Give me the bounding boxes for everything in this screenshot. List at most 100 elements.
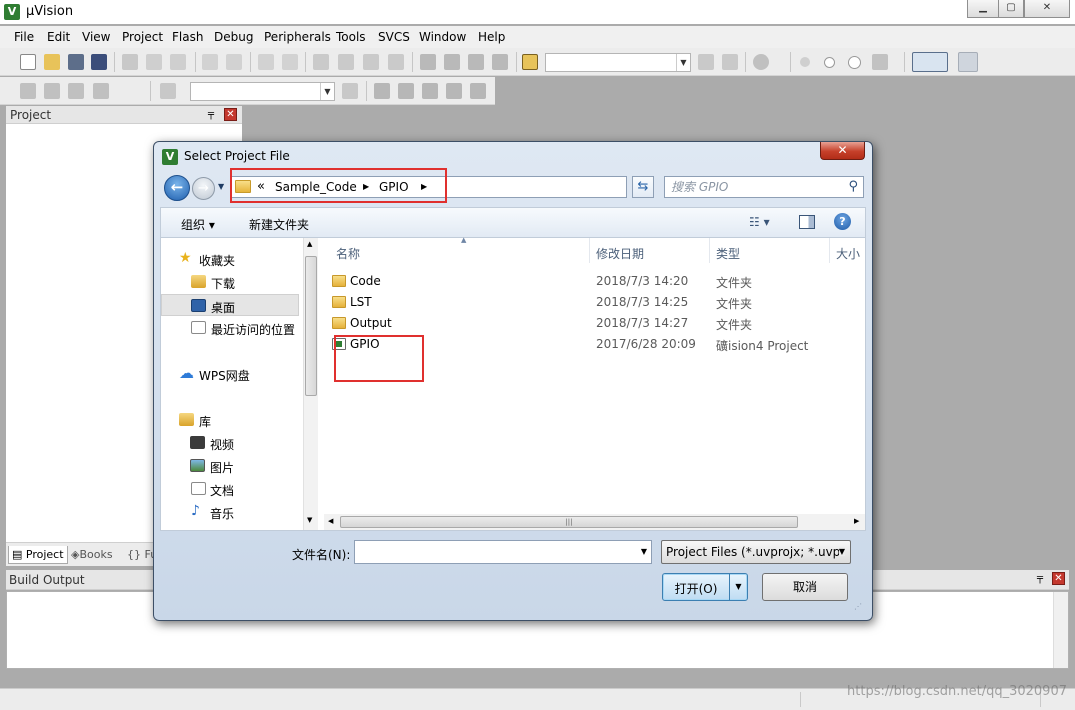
dialog-close-button[interactable]: ✕: [820, 142, 865, 160]
window-layout-icon[interactable]: [912, 52, 948, 72]
minimize-button[interactable]: ▁: [967, 0, 999, 18]
menu-svcs[interactable]: SVCS: [378, 30, 410, 44]
new-file-icon[interactable]: [20, 54, 36, 70]
translate-icon[interactable]: [20, 83, 36, 99]
cancel-button[interactable]: 取消: [762, 573, 848, 601]
download-icon[interactable]: [160, 83, 176, 99]
close-window-button[interactable]: ✕: [1024, 0, 1070, 18]
nav-desktop[interactable]: 桌面: [161, 294, 299, 316]
refresh-icon[interactable]: ⇆: [632, 176, 654, 198]
menu-help[interactable]: Help: [478, 30, 505, 44]
file-row[interactable]: LST 2018/7/3 14:25 文件夹: [324, 292, 865, 313]
nav-videos[interactable]: 视频: [161, 432, 301, 454]
organize-button[interactable]: 组织 ▾: [181, 216, 215, 233]
tab-books[interactable]: ◈Books: [68, 546, 116, 564]
zoom-icon[interactable]: [753, 54, 769, 70]
prev-bookmark-icon[interactable]: [338, 54, 354, 70]
breakpoint-icon[interactable]: [824, 57, 835, 68]
nav-pictures[interactable]: 图片: [161, 455, 301, 477]
search-icon[interactable]: ⚲: [848, 179, 858, 194]
build-output-scrollbar[interactable]: [1053, 592, 1068, 668]
file-row[interactable]: Output 2018/7/3 14:27 文件夹: [324, 313, 865, 334]
menu-debug[interactable]: Debug: [214, 30, 253, 44]
back-arrow-icon[interactable]: ←: [164, 175, 190, 201]
menu-window[interactable]: Window: [419, 30, 466, 44]
batch-build-icon[interactable]: [93, 83, 109, 99]
scroll-left-icon[interactable]: ◀: [328, 517, 333, 525]
cut-icon[interactable]: [122, 54, 138, 70]
scroll-thumb[interactable]: |||: [340, 516, 798, 528]
find-icon[interactable]: [698, 54, 714, 70]
select-packs-icon[interactable]: [422, 83, 438, 99]
manage-project-items-icon[interactable]: [398, 83, 414, 99]
file-row[interactable]: Code 2018/7/3 14:20 文件夹: [324, 271, 865, 292]
find-combo[interactable]: ▼: [545, 53, 691, 72]
scroll-right-icon[interactable]: ▶: [854, 517, 859, 525]
build-icon[interactable]: [44, 83, 60, 99]
column-header-type[interactable]: 类型: [710, 238, 830, 263]
nav-music[interactable]: ♪ 音乐: [161, 501, 301, 523]
nav-wps-cloud[interactable]: ☁ WPS网盘: [161, 363, 301, 385]
menu-flash[interactable]: Flash: [172, 30, 203, 44]
new-folder-button[interactable]: 新建文件夹: [249, 216, 309, 233]
help-icon[interactable]: ?: [834, 213, 851, 230]
save-all-icon[interactable]: [91, 54, 107, 70]
file-list-hscrollbar[interactable]: ◀ ||| ▶: [324, 514, 865, 530]
view-options-icon[interactable]: ☷ ▾: [749, 215, 770, 229]
comment-icon[interactable]: [468, 54, 484, 70]
scroll-down-icon[interactable]: ▼: [307, 516, 312, 524]
rebuild-icon[interactable]: [68, 83, 84, 99]
filename-field[interactable]: ▼: [354, 540, 652, 564]
navigation-scrollbar[interactable]: ▲ ▼: [303, 238, 318, 530]
tab-project[interactable]: ▤ Project: [8, 546, 68, 564]
unindent-icon[interactable]: [444, 54, 460, 70]
target-options-icon[interactable]: [342, 83, 358, 99]
incremental-find-icon[interactable]: [722, 54, 738, 70]
maximize-button[interactable]: ▢: [998, 0, 1024, 18]
column-header-date[interactable]: 修改日期: [590, 238, 710, 263]
nav-downloads[interactable]: 下载: [161, 271, 301, 293]
manage-components-icon[interactable]: [374, 83, 390, 99]
navigate-back-icon[interactable]: [258, 54, 274, 70]
nav-favorites[interactable]: ★ 收藏夹: [161, 248, 301, 270]
search-input[interactable]: [665, 177, 841, 197]
scroll-thumb[interactable]: [305, 256, 317, 396]
nav-library[interactable]: 库: [161, 409, 301, 431]
bookmark-icon[interactable]: [313, 54, 329, 70]
menu-edit[interactable]: Edit: [47, 30, 70, 44]
open-button[interactable]: 打开(O) ▼: [662, 573, 748, 601]
open-file-icon[interactable]: [44, 54, 60, 70]
next-bookmark-icon[interactable]: [363, 54, 379, 70]
target-combo[interactable]: ▼: [190, 82, 335, 101]
nav-recent-places[interactable]: 最近访问的位置: [161, 317, 301, 339]
redo-icon[interactable]: [226, 54, 242, 70]
paste-icon[interactable]: [170, 54, 186, 70]
filename-input[interactable]: [355, 541, 633, 563]
history-dropdown-icon[interactable]: ▼: [218, 182, 224, 191]
clear-breakpoints-icon[interactable]: [872, 54, 888, 70]
column-header-size[interactable]: 大小: [830, 238, 865, 263]
copy-icon[interactable]: [146, 54, 162, 70]
scroll-up-icon[interactable]: ▲: [307, 240, 312, 248]
debug-start-icon[interactable]: [800, 57, 810, 67]
chevron-down-icon[interactable]: ▼: [838, 547, 845, 556]
undo-icon[interactable]: [202, 54, 218, 70]
pack-installer-icon[interactable]: [470, 83, 486, 99]
menu-project[interactable]: Project: [122, 30, 163, 44]
menu-peripherals[interactable]: Peripherals: [264, 30, 331, 44]
chevron-down-icon[interactable]: ▼: [641, 547, 647, 556]
preview-pane-icon[interactable]: [799, 215, 815, 229]
manage-rte-icon[interactable]: [446, 83, 462, 99]
column-header-name[interactable]: 名称: [330, 238, 590, 263]
forward-arrow-icon[interactable]: →: [192, 177, 215, 200]
save-icon[interactable]: [68, 54, 84, 70]
menu-file[interactable]: File: [14, 30, 34, 44]
clear-bookmarks-icon[interactable]: [388, 54, 404, 70]
find-in-files-icon[interactable]: [522, 54, 538, 70]
file-type-filter[interactable]: Project Files (*.uvprojx; *.uvp ▼: [661, 540, 851, 564]
pin-icon[interactable]: ╤: [208, 109, 214, 120]
navigate-forward-icon[interactable]: [282, 54, 298, 70]
close-panel-icon[interactable]: ✕: [1052, 572, 1065, 585]
open-options-dropdown[interactable]: ▼: [729, 574, 747, 600]
resize-grip-icon[interactable]: ⋰: [854, 602, 862, 611]
